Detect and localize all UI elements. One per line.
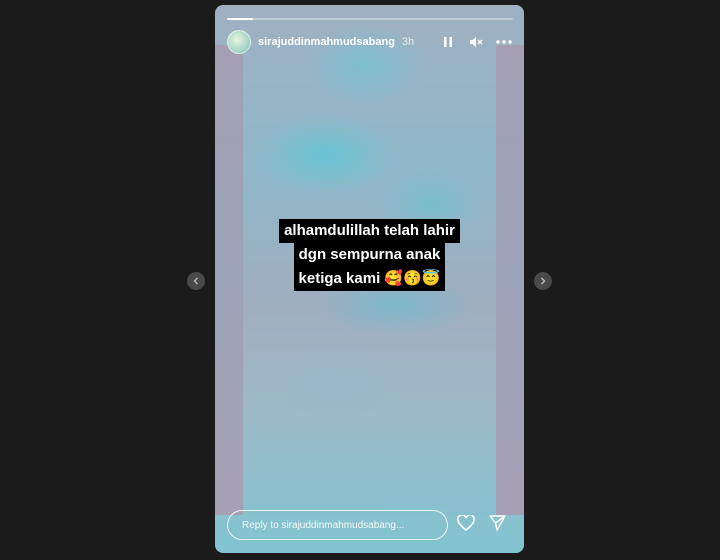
share-button[interactable] — [489, 514, 506, 536]
story-caption: alhamdulillah telah lahir dgn sempurna a… — [215, 219, 524, 291]
story-viewer[interactable]: sirajuddinmahmudsabang 3h alhamdulillah … — [215, 5, 524, 553]
story-progress-fill — [227, 18, 253, 20]
caption-line: dgn sempurna anak — [293, 243, 446, 267]
pause-icon — [444, 37, 452, 47]
heart-icon — [457, 513, 475, 531]
caption-line: ketiga kami 🥰😚😇 — [293, 267, 446, 291]
story-progress-bar — [227, 18, 513, 20]
story-timestamp: 3h — [401, 36, 415, 48]
reply-bar — [227, 509, 512, 541]
caption-line: alhamdulillah telah lahir — [279, 219, 460, 243]
avatar[interactable] — [227, 30, 251, 54]
pause-button[interactable] — [440, 34, 456, 50]
previous-story-button[interactable] — [187, 272, 205, 290]
next-story-button[interactable] — [534, 272, 552, 290]
more-options-button[interactable] — [496, 34, 512, 50]
username-link[interactable]: sirajuddinmahmudsabang — [258, 36, 395, 48]
reply-input[interactable] — [227, 510, 448, 540]
chevron-left-icon — [193, 277, 198, 285]
mute-icon — [470, 37, 483, 47]
send-icon — [489, 514, 506, 531]
mute-button[interactable] — [468, 34, 484, 50]
more-icon — [496, 40, 512, 44]
chevron-right-icon — [541, 277, 546, 285]
like-button[interactable] — [457, 513, 475, 536]
story-header: sirajuddinmahmudsabang 3h — [227, 29, 512, 55]
